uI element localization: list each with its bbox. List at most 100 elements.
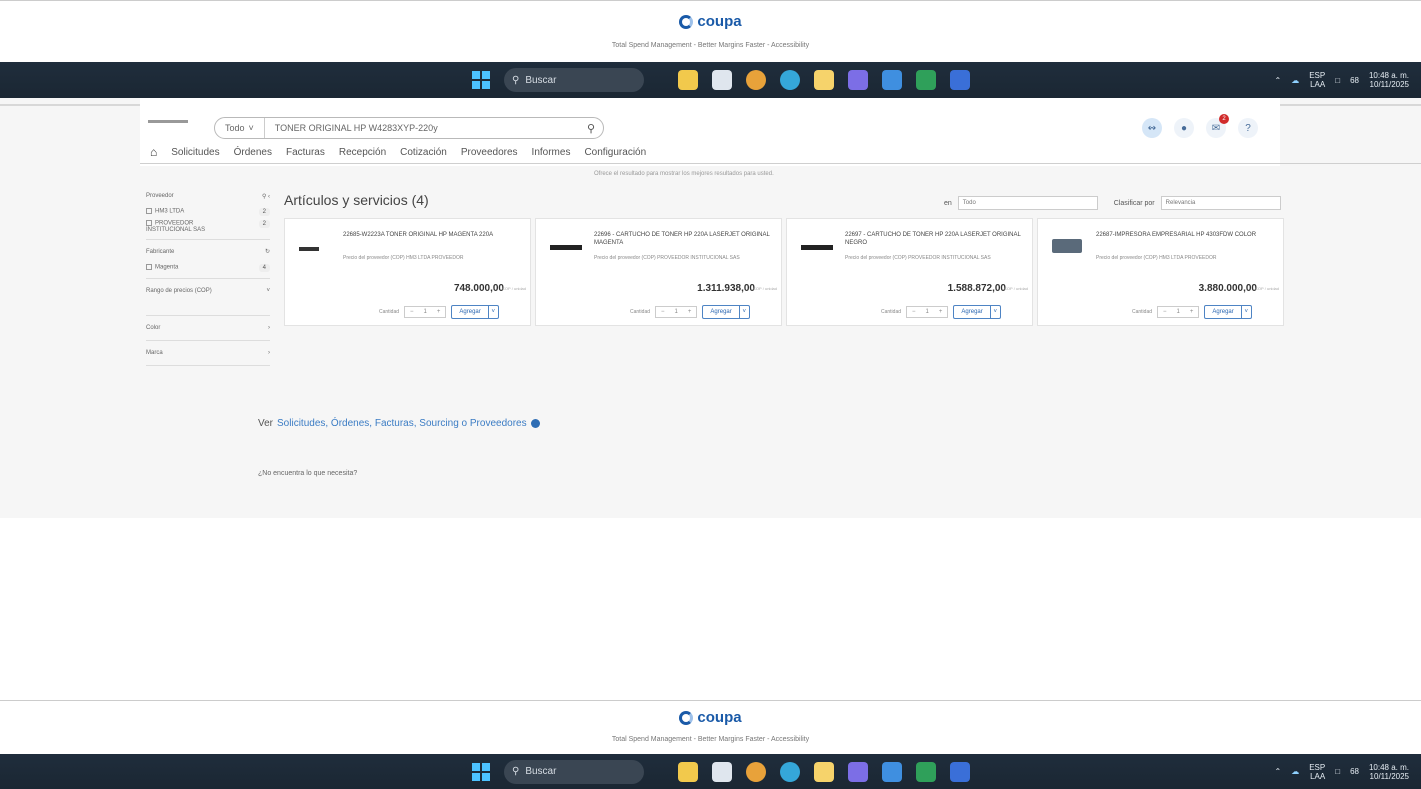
nav-configuracion[interactable]: Configuración	[584, 147, 646, 158]
product-card[interactable]: 22685-W2223A TONER ORIGINAL HP MAGENTA 2…	[284, 218, 531, 326]
word-icon[interactable]	[950, 761, 970, 782]
excel-icon[interactable]	[916, 761, 936, 782]
product-image[interactable]	[1052, 239, 1082, 253]
quantity-value[interactable]: 1	[921, 309, 934, 315]
nav-informes[interactable]: Informes	[532, 147, 571, 158]
edge-icon[interactable]	[780, 761, 800, 782]
file-explorer-icon[interactable]	[678, 70, 698, 90]
product-image[interactable]	[550, 245, 582, 250]
language-indicator[interactable]: ESP LAA	[1309, 763, 1325, 781]
folder-app-icon[interactable]	[814, 761, 834, 782]
monitor-icon[interactable]: □	[1335, 76, 1340, 85]
add-to-cart-button[interactable]: Agregar ˅	[451, 305, 499, 319]
product-title[interactable]: 22685-W2223A TONER ORIGINAL HP MAGENTA 2…	[343, 231, 523, 239]
global-search[interactable]: Todo ˅ TONER ORIGINAL HP W4283XYP-220y ⚲	[214, 117, 604, 139]
nav-cotizacion[interactable]: Cotización	[400, 147, 447, 158]
scope-select[interactable]: Todo	[957, 196, 1098, 210]
excel-icon[interactable]	[916, 70, 936, 90]
calendar-app-icon[interactable]	[712, 761, 732, 782]
filter-option[interactable]: PROVEEDOR INSTITUCIONAL SAS 2	[146, 220, 270, 233]
user-icon[interactable]: ●	[1174, 118, 1194, 138]
word-icon[interactable]	[950, 70, 970, 90]
info-icon[interactable]	[530, 419, 540, 428]
chevron-up-icon[interactable]: ⌃	[1275, 76, 1282, 85]
quantity-value[interactable]: 1	[670, 309, 683, 315]
sort-select[interactable]: Relevancia	[1160, 196, 1281, 210]
home-icon[interactable]: ⌂	[150, 145, 157, 159]
nav-proveedores[interactable]: Proveedores	[461, 147, 518, 158]
view-other-links[interactable]: Solicitudes, Órdenes, Facturas, Sourcing…	[277, 418, 527, 429]
product-card[interactable]: 22696 - CARTUCHO DE TONER HP 220A LASERJ…	[535, 218, 782, 326]
quantity-stepper[interactable]: − 1 +	[1157, 306, 1200, 318]
chevron-down-icon[interactable]: ˅	[989, 306, 1000, 318]
quantity-stepper[interactable]: − 1 +	[906, 306, 949, 318]
windows-start-icon[interactable]	[472, 762, 490, 781]
help-icon[interactable]: ?	[1238, 118, 1258, 138]
filter-clear-icon[interactable]: ↻	[265, 248, 270, 255]
notifications-icon[interactable]: ✉ 2	[1206, 114, 1229, 138]
checkbox[interactable]	[146, 263, 152, 270]
minus-icon[interactable]: −	[907, 309, 921, 315]
cloud-icon[interactable]: ☁	[1291, 767, 1299, 776]
store-icon[interactable]	[882, 70, 902, 90]
chevron-up-icon[interactable]: ⌃	[1275, 767, 1282, 776]
chrome-icon[interactable]	[746, 70, 766, 90]
chevron-down-icon[interactable]: ˅	[738, 306, 749, 318]
product-image[interactable]	[801, 245, 833, 250]
filter-search-icon[interactable]: ⚲ ‹	[262, 193, 270, 200]
taskbar-search[interactable]: ⚲ Buscar	[504, 68, 644, 92]
add-to-cart-button[interactable]: Agregar ˅	[1204, 305, 1252, 319]
cloud-icon[interactable]: ☁	[1291, 76, 1299, 85]
filter-option[interactable]: HM3 LTDA 2	[146, 208, 270, 216]
quantity-value[interactable]: 1	[419, 309, 432, 315]
clock[interactable]: 10:48 a. m. 10/11/2025	[1369, 763, 1409, 781]
plus-icon[interactable]: +	[683, 309, 697, 315]
minus-icon[interactable]: −	[405, 309, 419, 315]
quantity-value[interactable]: 1	[1172, 309, 1185, 315]
checkbox[interactable]	[146, 208, 152, 214]
monitor-icon[interactable]: □	[1335, 767, 1340, 776]
clock[interactable]: 10:48 a. m. 10/11/2025	[1369, 71, 1409, 89]
quantity-stepper[interactable]: − 1 +	[404, 306, 447, 318]
filter-option[interactable]: Magenta 4	[146, 263, 270, 272]
nav-facturas[interactable]: Facturas	[286, 147, 325, 158]
calendar-app-icon[interactable]	[712, 70, 732, 90]
windows-start-icon[interactable]	[472, 71, 490, 89]
chevron-down-icon[interactable]: ˅	[487, 306, 498, 318]
minus-icon[interactable]: −	[1158, 309, 1172, 315]
plus-icon[interactable]: +	[1185, 309, 1199, 315]
teams-icon[interactable]	[848, 70, 868, 90]
nav-ordenes[interactable]: Órdenes	[234, 147, 272, 158]
not-found-link[interactable]: ¿No encuentra lo que necesita?	[258, 470, 357, 477]
edge-icon[interactable]	[780, 70, 800, 90]
file-explorer-icon[interactable]	[678, 761, 698, 782]
minus-icon[interactable]: −	[656, 309, 670, 315]
add-to-cart-button[interactable]: Agregar ˅	[702, 305, 750, 319]
store-icon[interactable]	[882, 761, 902, 782]
product-title[interactable]: 22687-IMPRESORA EMPRESARIAL HP 4303FDW C…	[1096, 231, 1276, 239]
nav-recepcion[interactable]: Recepción	[339, 147, 386, 158]
product-image[interactable]	[299, 247, 319, 251]
quantity-stepper[interactable]: − 1 +	[655, 306, 698, 318]
language-indicator[interactable]: ESP LAA	[1309, 71, 1325, 89]
filter-brand-header[interactable]: Marca ›	[146, 347, 270, 359]
plus-icon[interactable]: +	[934, 309, 948, 315]
organization-logo[interactable]	[148, 112, 202, 128]
folder-app-icon[interactable]	[814, 70, 834, 90]
product-title[interactable]: 22696 - CARTUCHO DE TONER HP 220A LASERJ…	[594, 231, 774, 247]
search-input[interactable]: TONER ORIGINAL HP W4283XYP-220y	[265, 123, 579, 133]
product-card[interactable]: 22697 - CARTUCHO DE TONER HP 220A LASERJ…	[786, 218, 1033, 326]
teams-icon[interactable]	[848, 761, 868, 782]
search-icon[interactable]: ⚲	[579, 122, 603, 135]
filter-color-header[interactable]: Color ›	[146, 322, 270, 334]
taskbar-search[interactable]: ⚲ Buscar	[504, 759, 644, 784]
checkbox[interactable]	[146, 220, 152, 226]
search-scope-dropdown[interactable]: Todo ˅	[215, 118, 265, 138]
coupa-assistant-icon[interactable]: ↭	[1142, 118, 1162, 138]
filter-price-header[interactable]: Rango de precios (COP) ˅	[146, 285, 270, 297]
add-to-cart-button[interactable]: Agregar ˅	[953, 305, 1001, 319]
plus-icon[interactable]: +	[432, 309, 446, 315]
product-card[interactable]: 22687-IMPRESORA EMPRESARIAL HP 4303FDW C…	[1037, 218, 1284, 326]
chevron-down-icon[interactable]: ˅	[1240, 306, 1251, 318]
nav-solicitudes[interactable]: Solicitudes	[171, 147, 219, 158]
